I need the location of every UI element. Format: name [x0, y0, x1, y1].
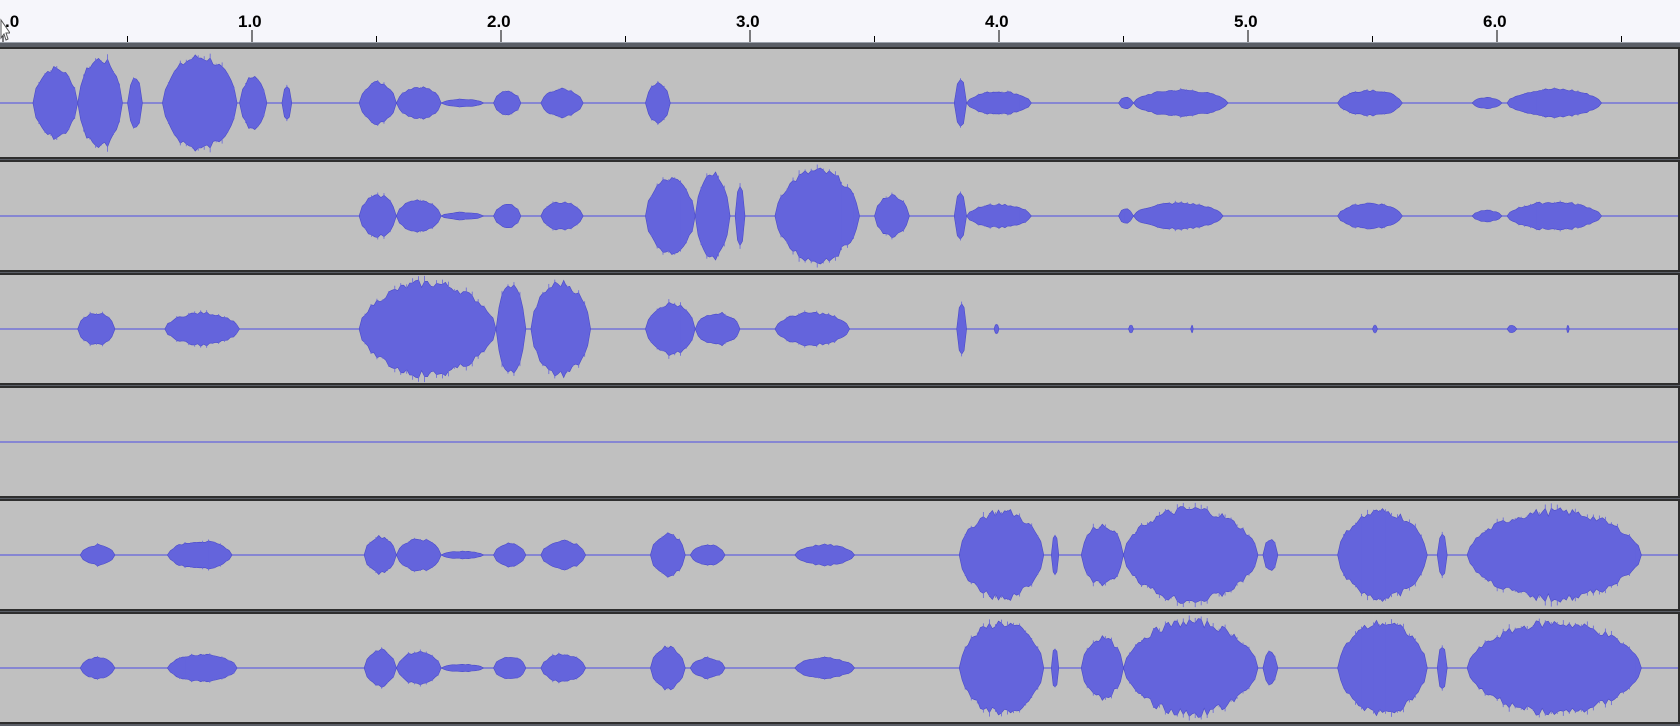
waveform-segment	[396, 199, 442, 233]
waveform-segment	[645, 177, 696, 255]
waveform-segment	[493, 204, 522, 228]
waveform-segment	[396, 538, 442, 572]
waveform	[0, 502, 1680, 608]
track-6[interactable]	[0, 612, 1680, 724]
waveform-segment	[32, 65, 79, 141]
playhead-cursor-icon[interactable]	[0, 18, 10, 42]
waveform-segment	[363, 648, 397, 688]
track-3[interactable]	[0, 273, 1680, 385]
waveform-segment	[1118, 208, 1134, 224]
ruler-tick-label: 4.0	[985, 12, 1009, 31]
waveform-segment	[396, 650, 442, 686]
waveform-segment	[166, 653, 238, 683]
waveform-segment	[774, 311, 850, 347]
waveform-segment	[645, 301, 696, 357]
waveform	[0, 275, 1680, 383]
waveform-segment	[493, 90, 522, 116]
waveform-segment	[1466, 620, 1642, 716]
waveform	[0, 615, 1680, 721]
waveform	[0, 441, 1680, 443]
track-1[interactable]	[0, 47, 1680, 159]
waveform-segment	[1262, 650, 1279, 686]
waveform-segment	[358, 279, 497, 379]
waveform-segment	[239, 76, 268, 130]
waveform-segment	[166, 540, 233, 570]
waveform-segment	[493, 656, 527, 680]
waveform-segment	[1337, 619, 1428, 717]
waveform-segment	[1262, 539, 1279, 571]
track-5[interactable]	[0, 499, 1680, 611]
waveform	[0, 164, 1680, 268]
waveform-segment	[1123, 506, 1259, 604]
ruler-tick-label: 2.0	[487, 12, 511, 31]
ruler-tick-label: 6.0	[1483, 12, 1507, 31]
waveform-segment	[966, 91, 1032, 115]
track-2[interactable]	[0, 160, 1680, 272]
waveform-segment	[127, 77, 143, 129]
waveform-segment	[1471, 96, 1503, 110]
waveform-segment	[1118, 96, 1134, 110]
waveform	[0, 53, 1680, 153]
waveform-segment	[77, 58, 123, 148]
waveform-segment	[162, 54, 238, 152]
waveform-segment	[1123, 618, 1259, 718]
waveform-segment	[1466, 507, 1642, 603]
timeline-ruler[interactable]: .0 1.0 2.0 3.0 4.0 5.0 6.0	[0, 0, 1680, 43]
waveform-segment	[694, 311, 741, 347]
waveform-segment	[1337, 202, 1403, 230]
ruler-tick-label: 1.0	[238, 12, 262, 31]
track-4[interactable]	[0, 386, 1680, 498]
audio-editor: .0 1.0 2.0 3.0 4.0 5.0 6.0	[0, 0, 1680, 726]
waveform-segment	[1337, 508, 1428, 602]
waveform-segment	[396, 86, 442, 120]
waveform-segment	[1133, 202, 1224, 230]
waveform-segment	[495, 284, 527, 374]
waveform-segment	[966, 203, 1032, 229]
waveform-segment	[1337, 89, 1403, 117]
ruler-tick-label: 5.0	[1234, 12, 1258, 31]
waveform-segment	[164, 311, 240, 347]
waveform-segment	[540, 539, 587, 571]
waveform-segment	[540, 653, 587, 683]
waveform-segment	[1471, 209, 1503, 223]
tracks-area	[0, 43, 1680, 726]
waveform-segment	[363, 534, 397, 576]
waveform-segment	[493, 542, 527, 568]
ruler-tick-label: 3.0	[736, 12, 760, 31]
